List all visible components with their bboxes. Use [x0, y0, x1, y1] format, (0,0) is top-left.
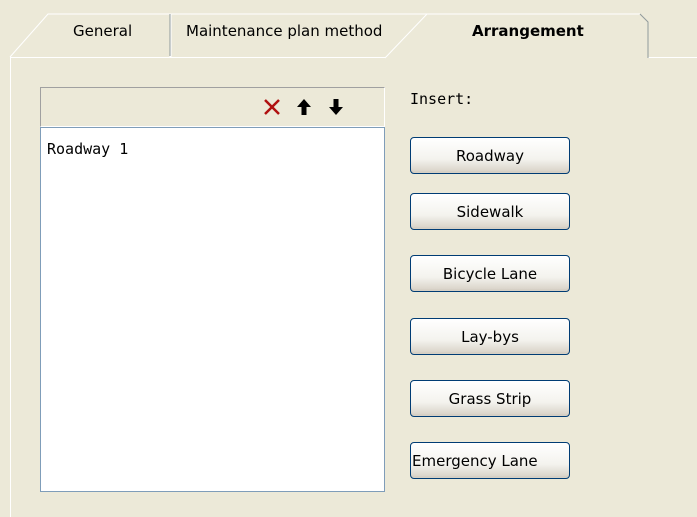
- page-frame-edge: [10, 58, 11, 517]
- insert-roadway-button[interactable]: Roadway: [410, 137, 570, 174]
- list-item[interactable]: Roadway 1: [47, 140, 128, 158]
- move-down-button[interactable]: [323, 94, 349, 120]
- tab-general-label: General: [73, 22, 133, 40]
- dialog-root: General Maintenance plan method Arrangem…: [0, 0, 697, 517]
- insert-emergency-lane-button[interactable]: Emergency Lane: [410, 442, 570, 479]
- x-icon: [264, 99, 280, 115]
- move-up-button[interactable]: [291, 94, 317, 120]
- insert-label: Insert:: [410, 90, 474, 108]
- arrow-up-icon: [297, 99, 311, 115]
- insert-sidewalk-button[interactable]: Sidewalk: [410, 193, 570, 230]
- insert-bicycle-lane-button[interactable]: Bicycle Lane: [410, 255, 570, 292]
- arrangement-list[interactable]: Roadway 1: [40, 127, 385, 492]
- tab-arrangement-label: Arrangement: [472, 22, 584, 40]
- insert-lay-bys-button[interactable]: Lay-bys: [410, 318, 570, 355]
- tab-strip: General Maintenance plan method Arrangem…: [0, 0, 697, 60]
- list-toolbar: [40, 87, 385, 127]
- tab-maintenance-plan-method-label: Maintenance plan method: [186, 22, 383, 40]
- arrow-down-icon: [329, 99, 343, 115]
- delete-button[interactable]: [259, 94, 285, 120]
- insert-grass-strip-button[interactable]: Grass Strip: [410, 380, 570, 417]
